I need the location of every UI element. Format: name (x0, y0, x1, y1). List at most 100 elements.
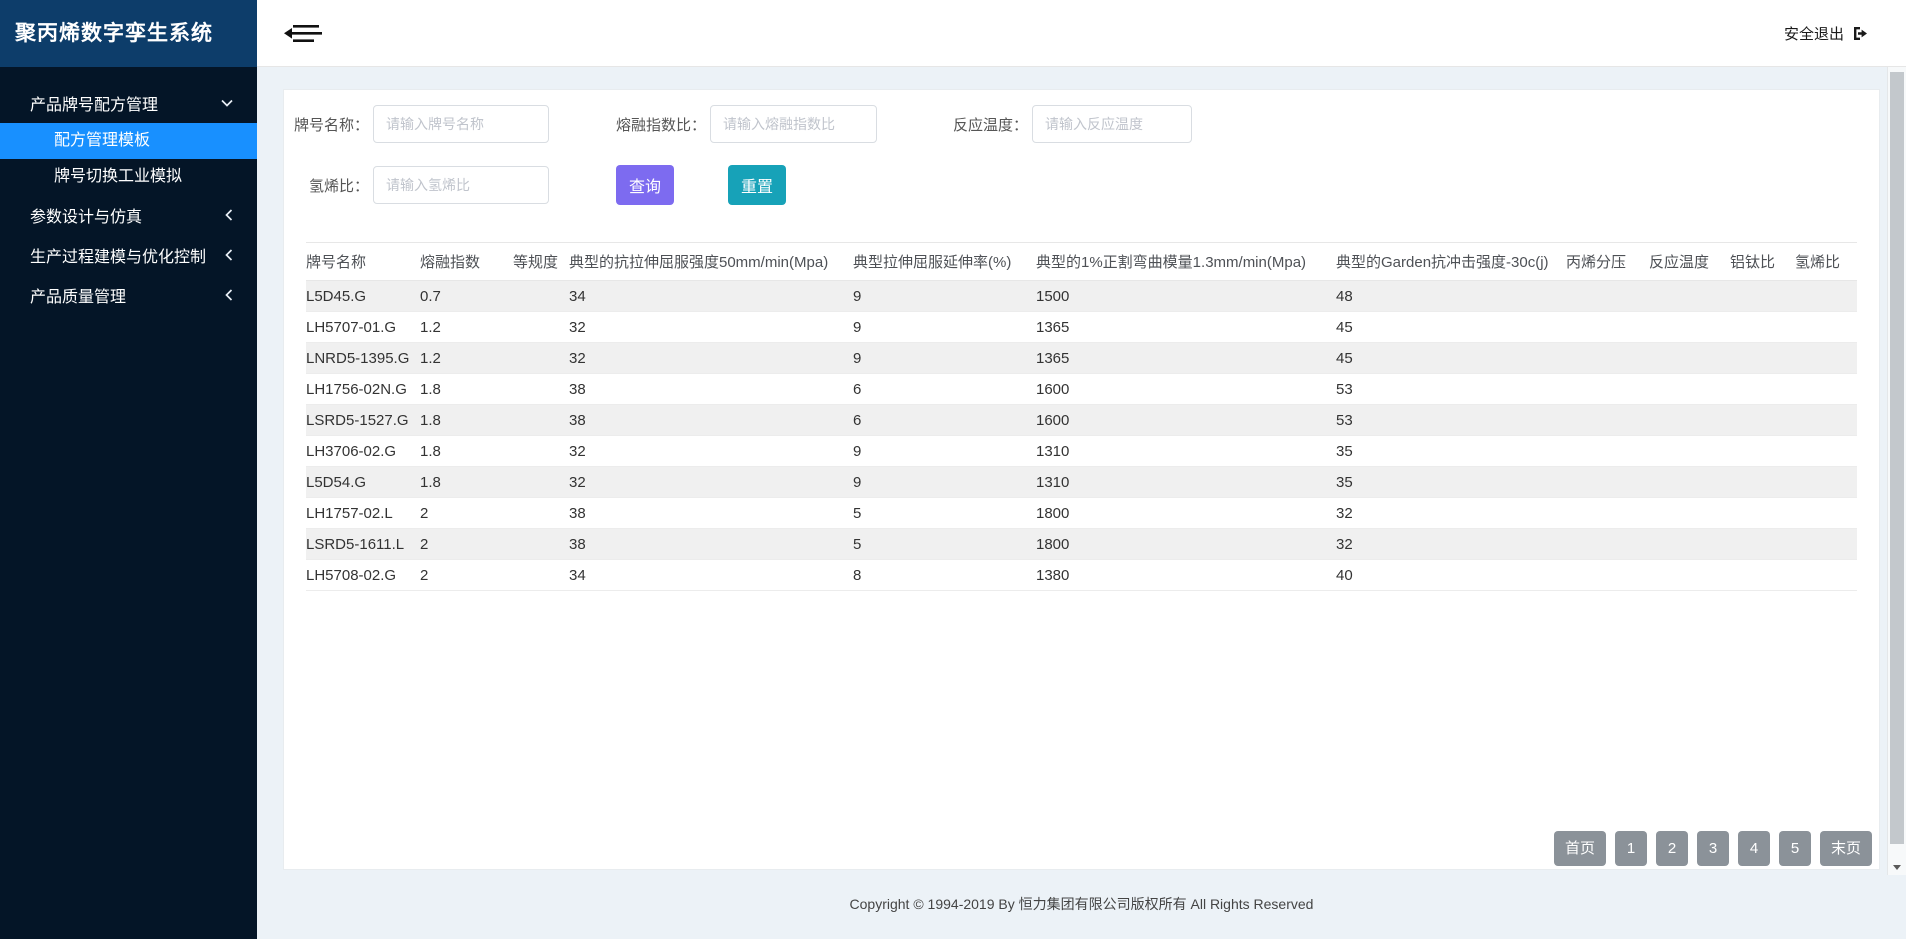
logout-button[interactable]: 安全退出 (1784, 23, 1868, 44)
hydrogen-ratio-input[interactable] (373, 166, 549, 204)
content-card: 牌号名称： 熔融指数比： 反应温度： (283, 89, 1880, 870)
reset-button[interactable]: 重置 (728, 165, 786, 205)
table-cell: 1.8 (420, 467, 513, 498)
table-cell: 1800 (1036, 498, 1336, 529)
sidebar-subitem[interactable]: 牌号切换工业模拟 (0, 159, 257, 195)
melt-index-ratio-label: 熔融指数比： (616, 114, 706, 135)
reaction-temperature-label: 反应温度： (953, 114, 1028, 135)
table-cell: L5D45.G (306, 281, 420, 312)
results-table-wrap: 牌号名称熔融指数等规度典型的抗拉伸屈服强度50mm/min(Mpa)典型拉伸屈服… (306, 242, 1857, 591)
table-cell: 32 (1336, 498, 1566, 529)
pagination-page-button[interactable]: 3 (1697, 831, 1729, 866)
pagination-page-button[interactable]: 5 (1779, 831, 1811, 866)
table-cell (1730, 560, 1795, 591)
table-cell (1566, 467, 1649, 498)
table-cell: 2 (420, 498, 513, 529)
table-cell: 1365 (1036, 343, 1336, 374)
main-area: 安全退出 牌号名称： 熔融指数比： (257, 0, 1906, 939)
table-cell (1649, 405, 1730, 436)
table-cell: 1.2 (420, 312, 513, 343)
hydrogen-ratio-field: 氢烯比： (294, 166, 549, 204)
content-area: 牌号名称： 熔融指数比： 反应温度： (257, 67, 1906, 939)
pagination-first-button[interactable]: 首页 (1554, 831, 1606, 866)
table-cell: LH5707-01.G (306, 312, 420, 343)
table-cell: 1.8 (420, 405, 513, 436)
table-cell (1649, 529, 1730, 560)
table-cell: 9 (853, 467, 1036, 498)
sidebar-subitem-active[interactable]: 配方管理模板 (0, 123, 257, 159)
table-cell: LSRD5-1611.L (306, 529, 420, 560)
pagination-page-button[interactable]: 1 (1615, 831, 1647, 866)
table-cell: 9 (853, 312, 1036, 343)
table-cell (1795, 281, 1857, 312)
table-cell: 9 (853, 343, 1036, 374)
table-cell (513, 405, 569, 436)
table-cell: LH1756-02N.G (306, 374, 420, 405)
table-cell (1730, 374, 1795, 405)
melt-index-ratio-field: 熔融指数比： (616, 105, 877, 143)
table-cell: 1.8 (420, 374, 513, 405)
table-row: LH3706-02.G1.8329131035 (306, 436, 1857, 467)
melt-index-ratio-input[interactable] (710, 105, 877, 143)
sidebar-item-label: 参数设计与仿真 (30, 203, 142, 227)
column-header: 氢烯比 (1795, 243, 1857, 281)
chevron-down-icon (221, 99, 233, 107)
table-cell: 34 (569, 281, 853, 312)
pagination-last-button[interactable]: 末页 (1820, 831, 1872, 866)
table-row: LSRD5-1527.G1.8386160053 (306, 405, 1857, 436)
scrollbar-thumb[interactable] (1890, 72, 1904, 844)
table-cell: 1310 (1036, 436, 1336, 467)
table-cell: 1365 (1036, 312, 1336, 343)
table-cell: 2 (420, 560, 513, 591)
table-cell: 35 (1336, 467, 1566, 498)
table-row: LSRD5-1611.L2385180032 (306, 529, 1857, 560)
chevron-left-icon (225, 209, 233, 221)
table-cell (1795, 343, 1857, 374)
column-header: 典型的Garden抗冲击强度-30c(j) (1336, 243, 1566, 281)
table-cell: 32 (569, 467, 853, 498)
table-cell: LNRD5-1395.G (306, 343, 420, 374)
table-cell: 53 (1336, 405, 1566, 436)
search-row-1: 牌号名称： 熔融指数比： 反应温度： (294, 104, 1879, 144)
table-cell (1649, 467, 1730, 498)
sidebar-item[interactable]: 产品质量管理 (0, 275, 257, 315)
table-cell: LSRD5-1527.G (306, 405, 420, 436)
table-cell (1795, 405, 1857, 436)
table-cell (1566, 529, 1649, 560)
table-cell (513, 374, 569, 405)
table-cell (1649, 498, 1730, 529)
table-row: L5D54.G1.8329131035 (306, 467, 1857, 498)
query-button[interactable]: 查询 (616, 165, 674, 205)
table-cell: 53 (1336, 374, 1566, 405)
column-header: 典型的1%正割弯曲模量1.3mm/min(Mpa) (1036, 243, 1336, 281)
pagination-page-button[interactable]: 2 (1656, 831, 1688, 866)
table-cell: 1.8 (420, 436, 513, 467)
table-cell: 9 (853, 436, 1036, 467)
reaction-temperature-input[interactable] (1032, 105, 1192, 143)
column-header: 铝钛比 (1730, 243, 1795, 281)
table-cell: 1600 (1036, 374, 1336, 405)
sidebar-item[interactable]: 生产过程建模与优化控制 (0, 235, 257, 275)
sidebar-item[interactable]: 产品牌号配方管理 (0, 83, 257, 123)
table-row: LH5707-01.G1.2329136545 (306, 312, 1857, 343)
brand-name-input[interactable] (373, 105, 549, 143)
table-cell: LH1757-02.L (306, 498, 420, 529)
table-cell: 0.7 (420, 281, 513, 312)
table-cell (513, 281, 569, 312)
sidebar-item[interactable]: 参数设计与仿真 (0, 195, 257, 235)
pagination-page-button[interactable]: 4 (1738, 831, 1770, 866)
table-cell (1649, 560, 1730, 591)
column-header: 等规度 (513, 243, 569, 281)
table-cell (1730, 281, 1795, 312)
sidebar-item-label: 生产过程建模与优化控制 (30, 243, 206, 267)
search-row-2: 氢烯比： 查询 重置 (294, 165, 1879, 205)
table-cell: 5 (853, 529, 1036, 560)
table-cell (1566, 405, 1649, 436)
scroll-down-arrow-icon[interactable] (1893, 865, 1901, 870)
results-table: 牌号名称熔融指数等规度典型的抗拉伸屈服强度50mm/min(Mpa)典型拉伸屈服… (306, 242, 1857, 591)
collapse-sidebar-button[interactable] (284, 20, 322, 46)
table-cell: 35 (1336, 436, 1566, 467)
table-cell (1795, 312, 1857, 343)
table-row: L5D45.G0.7349150048 (306, 281, 1857, 312)
table-cell (1566, 343, 1649, 374)
